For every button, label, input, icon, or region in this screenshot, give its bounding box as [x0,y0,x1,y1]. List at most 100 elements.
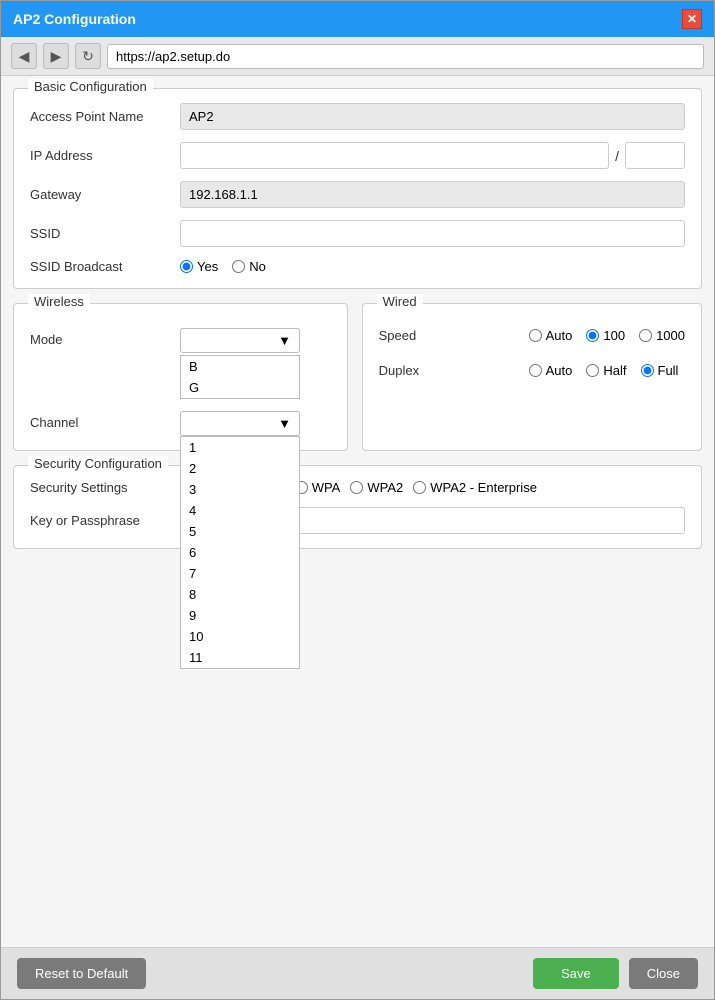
speed-100-radio[interactable] [586,329,599,342]
speed-100-label[interactable]: 100 [586,328,625,343]
channel-option-6[interactable]: 6 [181,542,299,563]
footer-right-buttons: Save Close [533,958,698,989]
security-wpa2-enterprise-label[interactable]: WPA2 - Enterprise [413,480,537,495]
speed-group: Auto 100 1000 [529,328,685,343]
duplex-full-text: Full [658,363,679,378]
ssid-label: SSID [30,226,180,241]
duplex-full-radio[interactable] [641,364,654,377]
duplex-auto-text: Auto [546,363,573,378]
ap-name-input[interactable] [180,103,685,130]
duplex-half-text: Half [603,363,626,378]
ip-slash: / [615,148,619,164]
gateway-input[interactable] [180,181,685,208]
channel-option-5[interactable]: 5 [181,521,299,542]
security-settings-label: Security Settings [30,480,180,495]
speed-auto-radio[interactable] [529,329,542,342]
ip-group: / [180,142,685,169]
channel-option-3[interactable]: 3 [181,479,299,500]
wireless-title: Wireless [28,294,90,309]
ssid-broadcast-yes-text: Yes [197,259,218,274]
security-wpa2-label[interactable]: WPA2 [350,480,403,495]
channel-option-9[interactable]: 9 [181,605,299,626]
key-passphrase-row: Key or Passphrase [30,507,685,534]
channel-option-1[interactable]: 1 [181,437,299,458]
security-wpa-label[interactable]: WPA [295,480,341,495]
speed-row: Speed Auto 100 [379,328,685,343]
wired-inner: Speed Auto 100 [379,318,685,378]
channel-option-7[interactable]: 7 [181,563,299,584]
ip-address-row: IP Address / [30,142,685,169]
security-wpa2-enterprise-radio[interactable] [413,481,426,494]
main-window: AP2 Configuration ✕ ◀ ▶ ↻ Basic Configur… [0,0,715,1000]
security-wpa-text: WPA [312,480,341,495]
ssid-broadcast-yes-radio[interactable] [180,260,193,273]
wired-section: Wired Speed Auto 100 [362,303,702,451]
channel-option-8[interactable]: 8 [181,584,299,605]
window-title: AP2 Configuration [13,11,136,27]
duplex-group: Auto Half Full [529,363,679,378]
ssid-broadcast-no-label[interactable]: No [232,259,266,274]
mode-option-b[interactable]: B [181,356,299,377]
security-settings-row: Security Settings None WEP WPA [30,480,685,495]
duplex-half-radio[interactable] [586,364,599,377]
mode-select-trigger[interactable]: ▼ [180,328,300,353]
close-window-button[interactable]: ✕ [682,9,702,29]
channel-option-11[interactable]: 11 [181,647,299,668]
speed-100-text: 100 [603,328,625,343]
ssid-input[interactable] [180,220,685,247]
gateway-label: Gateway [30,187,180,202]
duplex-full-label[interactable]: Full [641,363,679,378]
wireless-wired-row: Wireless Mode ▼ B G [13,303,702,451]
close-button[interactable]: Close [629,958,698,989]
ip-label: IP Address [30,148,180,163]
footer: Reset to Default Save Close [1,947,714,999]
channel-option-10[interactable]: 10 [181,626,299,647]
mode-option-g[interactable]: G [181,377,299,398]
nav-bar: ◀ ▶ ↻ [1,37,714,76]
channel-select-trigger[interactable]: ▼ [180,411,300,436]
security-title: Security Configuration [28,456,168,471]
ssid-broadcast-group: Yes No [180,259,266,274]
speed-auto-label[interactable]: Auto [529,328,573,343]
speed-1000-radio[interactable] [639,329,652,342]
refresh-button[interactable]: ↻ [75,43,101,69]
duplex-auto-radio[interactable] [529,364,542,377]
security-wpa2-text: WPA2 [367,480,403,495]
ip-address-input[interactable] [180,142,609,169]
channel-row: Channel ▼ 1 2 3 4 5 [30,411,331,436]
ip-prefix-input[interactable] [625,142,685,169]
save-button[interactable]: Save [533,958,619,989]
ssid-broadcast-no-text: No [249,259,266,274]
ssid-broadcast-no-radio[interactable] [232,260,245,273]
security-wpa2-enterprise-text: WPA2 - Enterprise [430,480,537,495]
channel-option-2[interactable]: 2 [181,458,299,479]
content-area: Basic Configuration Access Point Name IP… [1,76,714,947]
wireless-section: Wireless Mode ▼ B G [13,303,348,451]
ap-name-label: Access Point Name [30,109,180,124]
key-passphrase-label: Key or Passphrase [30,513,180,528]
mode-dropdown-list: B G [180,355,300,399]
reset-to-default-button[interactable]: Reset to Default [17,958,146,989]
basic-config-title: Basic Configuration [28,79,153,94]
mode-select-group: ▼ B G [180,328,300,399]
channel-dropdown-list: 1 2 3 4 5 6 7 8 9 10 11 [180,436,300,669]
channel-select-wrapper: ▼ 1 2 3 4 5 6 7 8 9 [180,411,300,436]
forward-button[interactable]: ▶ [43,43,69,69]
speed-1000-label[interactable]: 1000 [639,328,685,343]
speed-1000-text: 1000 [656,328,685,343]
address-bar[interactable] [107,44,704,69]
wireless-inner: Mode ▼ B G [30,318,331,436]
title-bar: AP2 Configuration ✕ [1,1,714,37]
ap-name-row: Access Point Name [30,103,685,130]
ssid-broadcast-label: SSID Broadcast [30,259,180,274]
channel-select-arrow: ▼ [278,416,291,431]
duplex-auto-label[interactable]: Auto [529,363,573,378]
ssid-broadcast-yes-label[interactable]: Yes [180,259,218,274]
channel-option-4[interactable]: 4 [181,500,299,521]
security-wpa2-radio[interactable] [350,481,363,494]
duplex-half-label[interactable]: Half [586,363,626,378]
speed-label: Speed [379,328,529,343]
back-button[interactable]: ◀ [11,43,37,69]
ssid-broadcast-row: SSID Broadcast Yes No [30,259,685,274]
speed-auto-text: Auto [546,328,573,343]
